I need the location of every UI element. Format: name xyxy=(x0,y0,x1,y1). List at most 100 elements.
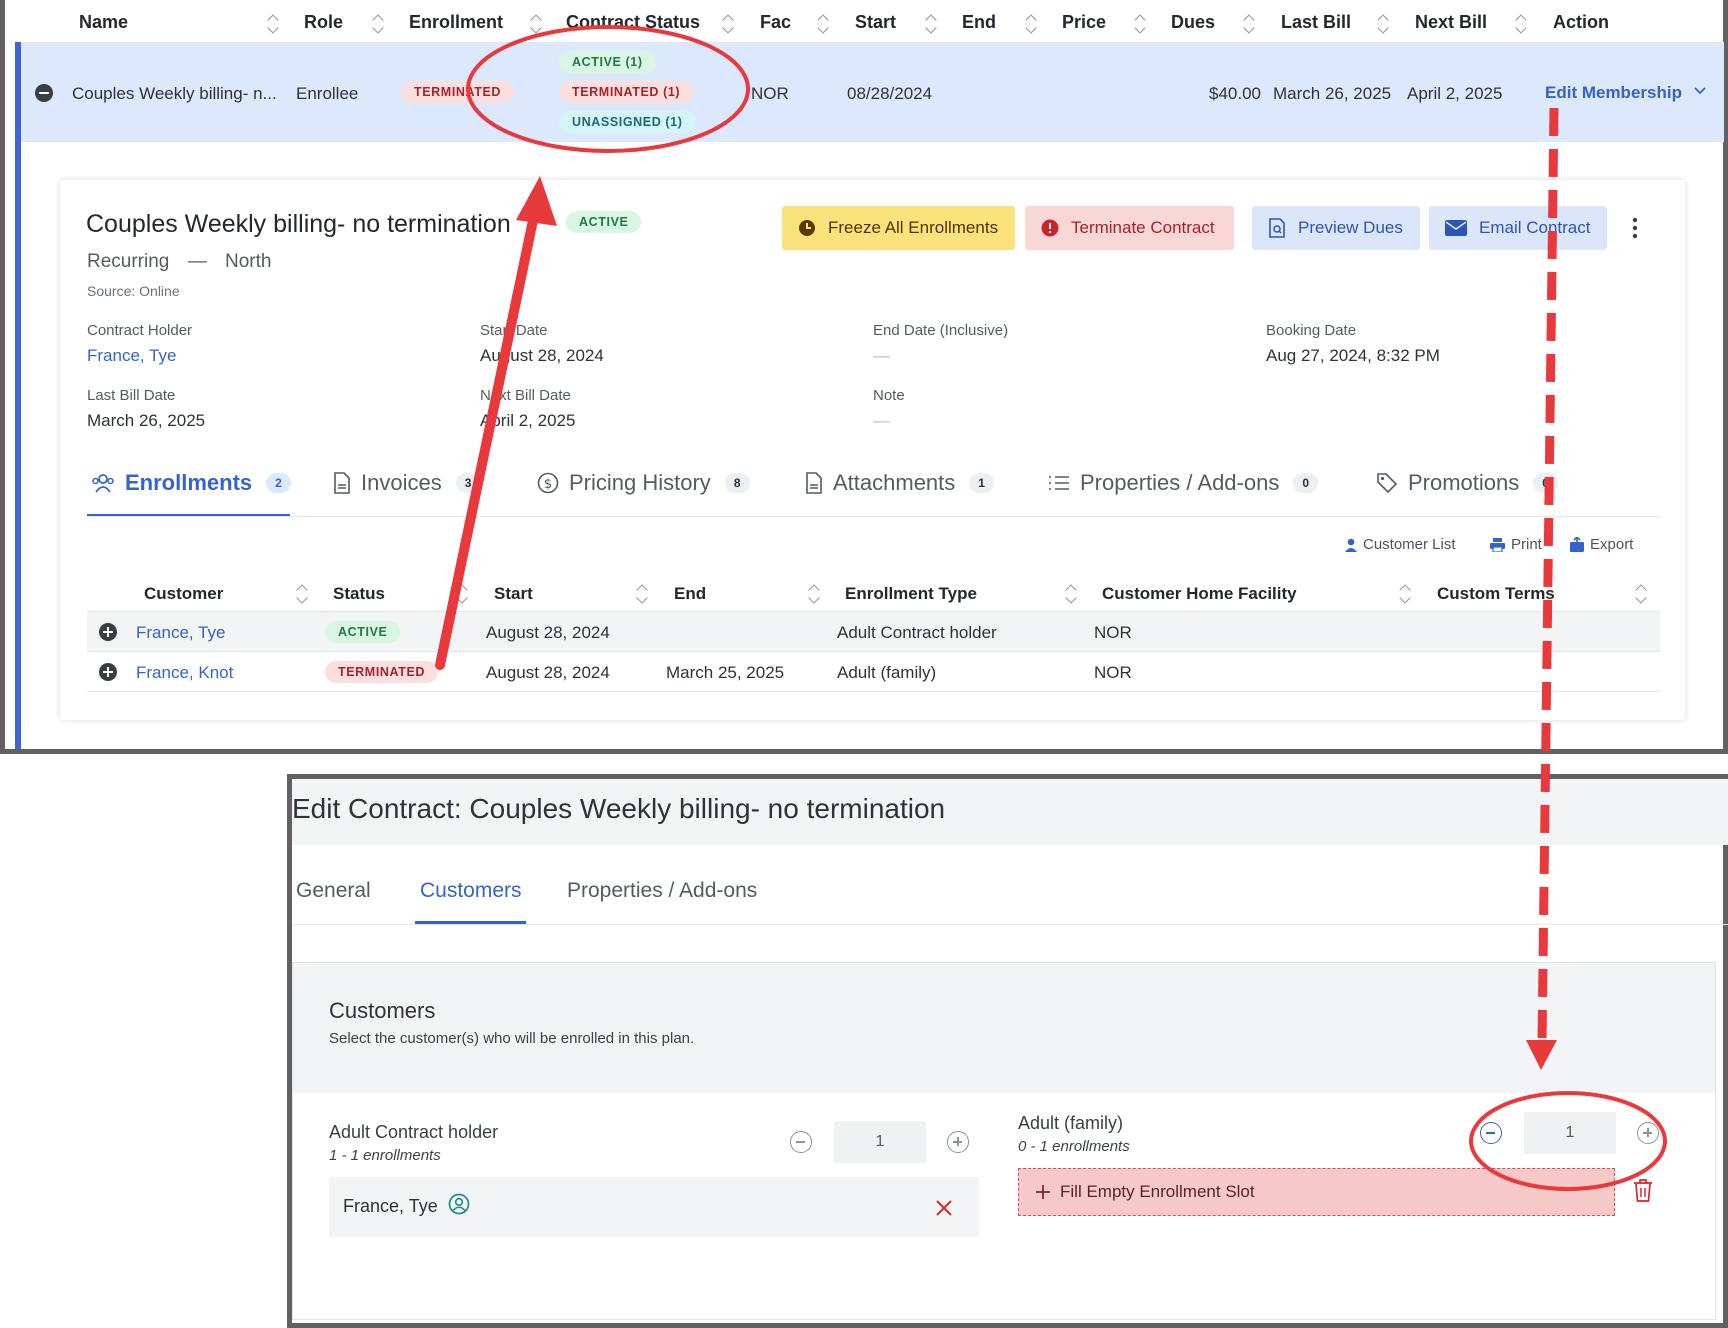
plus-icon xyxy=(1036,1185,1050,1199)
freeze-all-enrollments-button[interactable]: Freeze All Enrollments xyxy=(782,206,1015,250)
enrollment-type: Adult (family) xyxy=(837,663,937,682)
end-date-label: End Date (Inclusive) xyxy=(873,322,1009,339)
enrollment-customer-link[interactable]: France, Knot xyxy=(136,663,233,683)
export-button[interactable]: Export xyxy=(1570,536,1633,553)
col-header-last-bill[interactable]: Last Bill xyxy=(1281,12,1351,33)
sort-icon[interactable] xyxy=(1024,12,1038,36)
row-last-bill: March 26, 2025 xyxy=(1273,84,1392,103)
row-name[interactable]: Couples Weekly billing- n... xyxy=(72,84,277,104)
next-bill-label: Next Bill Date xyxy=(480,387,571,404)
slot-count-input[interactable]: 1 xyxy=(834,1121,926,1163)
row-facility: NOR xyxy=(751,84,789,103)
increment-icon[interactable] xyxy=(1637,1122,1659,1144)
sort-icon[interactable] xyxy=(266,12,280,36)
col-header-fac[interactable]: Fac xyxy=(760,12,791,33)
decrement-icon[interactable] xyxy=(790,1131,812,1153)
col-header-dues[interactable]: Dues xyxy=(1171,12,1215,33)
sort-icon[interactable] xyxy=(295,582,309,606)
expand-icon[interactable] xyxy=(99,623,117,641)
end-date-value: — xyxy=(873,346,890,365)
contract-status-badge-active: ACTIVE (1) xyxy=(559,51,656,73)
user-circle-icon[interactable] xyxy=(448,1193,470,1215)
col-header-end[interactable]: End xyxy=(962,12,996,33)
tab-enrollments[interactable]: Enrollments 2 xyxy=(91,470,291,496)
tab-general[interactable]: General xyxy=(296,879,371,903)
sort-icon[interactable] xyxy=(924,12,938,36)
trash-icon[interactable] xyxy=(1633,1179,1653,1202)
sort-icon[interactable] xyxy=(1514,12,1528,36)
increment-icon[interactable] xyxy=(947,1131,969,1153)
decrement-icon[interactable] xyxy=(1480,1122,1502,1144)
col-header-end[interactable]: End xyxy=(674,584,706,604)
sort-icon[interactable] xyxy=(1376,12,1390,36)
col-header-start[interactable]: Start xyxy=(855,12,896,33)
tabs-divider xyxy=(292,924,1728,925)
sort-icon[interactable] xyxy=(1133,12,1147,36)
tab-invoices[interactable]: Invoices 3 xyxy=(333,470,481,496)
terminate-contract-button[interactable]: Terminate Contract xyxy=(1025,206,1234,250)
enrollment-customer-link[interactable]: France, Tye xyxy=(136,623,225,643)
sort-icon[interactable] xyxy=(807,582,821,606)
tab-attachments[interactable]: Attachments 1 xyxy=(805,470,994,496)
row-next-bill: April 2, 2025 xyxy=(1407,84,1503,103)
fill-empty-slot-button[interactable]: Fill Empty Enrollment Slot xyxy=(1018,1168,1615,1216)
col-header-home-facility[interactable]: Customer Home Facility xyxy=(1102,584,1297,604)
start-date-label: Start Date xyxy=(480,322,548,339)
booking-date-label: Booking Date xyxy=(1266,322,1357,339)
expand-icon[interactable] xyxy=(99,663,117,681)
document-search-icon xyxy=(1269,218,1285,238)
more-options-icon[interactable] xyxy=(1632,217,1638,239)
email-contract-button[interactable]: Email Contract xyxy=(1429,206,1607,250)
col-header-customer[interactable]: Customer xyxy=(144,584,223,604)
tab-label: Attachments xyxy=(833,470,956,495)
tab-properties-addons[interactable]: Properties / Add-ons xyxy=(567,879,757,903)
chevron-down-icon[interactable] xyxy=(1693,86,1707,96)
row-role: Enrollee xyxy=(296,84,359,103)
col-header-price[interactable]: Price xyxy=(1062,12,1106,33)
tab-label: Invoices xyxy=(361,470,442,495)
slot-count-input[interactable]: 1 xyxy=(1524,1112,1616,1154)
source-label: Source: Online xyxy=(87,283,180,299)
edit-membership-link[interactable]: Edit Membership xyxy=(1545,83,1682,103)
sort-icon[interactable] xyxy=(455,582,469,606)
tab-promotions[interactable]: Promotions 0 xyxy=(1376,470,1558,496)
preview-dues-button[interactable]: Preview Dues xyxy=(1252,206,1420,250)
sort-icon[interactable] xyxy=(371,12,385,36)
note-label: Note xyxy=(873,387,905,404)
sort-icon[interactable] xyxy=(1634,582,1648,606)
sort-icon[interactable] xyxy=(1398,582,1412,606)
billing-type: Recurring xyxy=(87,251,170,272)
customer-list-button[interactable]: Customer List xyxy=(1345,536,1456,553)
tab-pricing-history[interactable]: $ Pricing History 8 xyxy=(537,470,750,496)
col-header-enrollment[interactable]: Enrollment xyxy=(409,12,503,33)
col-header-role[interactable]: Role xyxy=(304,12,343,33)
tab-customers[interactable]: Customers xyxy=(420,879,522,903)
print-button[interactable]: Print xyxy=(1490,536,1542,553)
printer-icon xyxy=(1490,537,1505,552)
sort-icon[interactable] xyxy=(816,12,830,36)
col-header-contract-status[interactable]: Contract Status xyxy=(566,12,700,33)
sort-icon[interactable] xyxy=(1064,582,1078,606)
col-header-enrollment-type[interactable]: Enrollment Type xyxy=(845,584,977,604)
sort-icon[interactable] xyxy=(1242,12,1256,36)
contract-status-badge: ACTIVE xyxy=(566,211,642,233)
export-icon xyxy=(1570,537,1584,552)
contract-holder-link[interactable]: France, Tye xyxy=(87,346,176,366)
col-header-custom-terms[interactable]: Custom Terms xyxy=(1437,584,1555,604)
sort-icon[interactable] xyxy=(635,582,649,606)
next-bill-value: April 2, 2025 xyxy=(480,411,576,430)
sort-icon[interactable] xyxy=(721,12,735,36)
collapse-icon[interactable] xyxy=(35,84,53,102)
col-header-start[interactable]: Start xyxy=(494,584,533,604)
remove-icon[interactable] xyxy=(935,1199,953,1217)
sort-icon[interactable] xyxy=(529,12,543,36)
col-header-status[interactable]: Status xyxy=(333,584,385,604)
last-bill-label: Last Bill Date xyxy=(87,387,176,404)
col-header-name[interactable]: Name xyxy=(79,12,128,33)
tab-properties-addons[interactable]: Properties / Add-ons 0 xyxy=(1048,470,1319,496)
clock-icon xyxy=(799,220,815,236)
last-bill-value: March 26, 2025 xyxy=(87,411,206,430)
col-header-next-bill[interactable]: Next Bill xyxy=(1415,12,1487,33)
file-icon xyxy=(806,472,822,494)
enrollment-facility: NOR xyxy=(1094,623,1132,642)
